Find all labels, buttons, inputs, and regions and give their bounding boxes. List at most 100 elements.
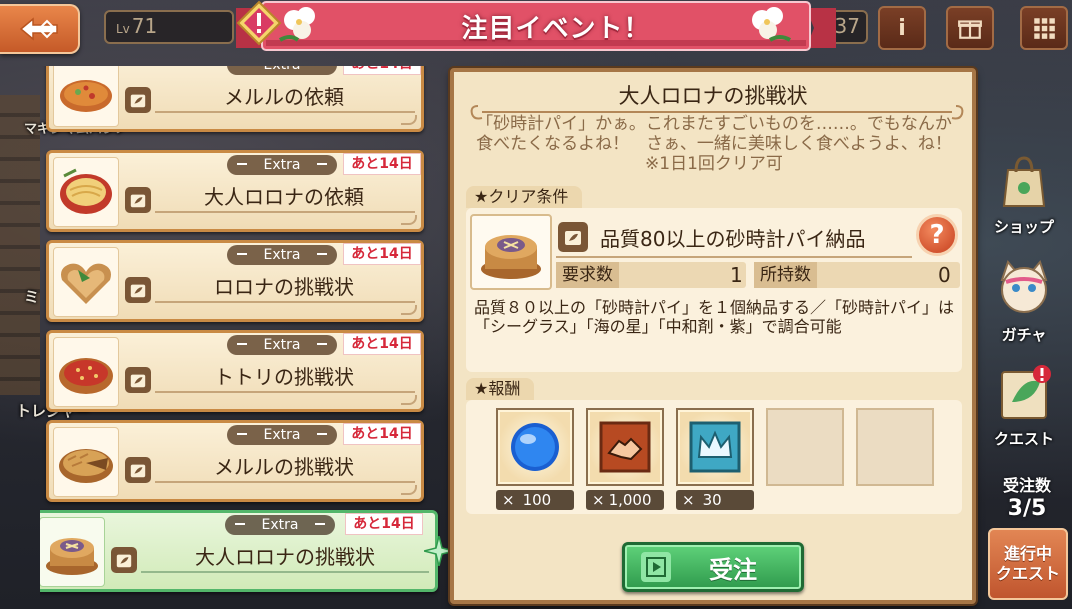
quest-card[interactable]: Extra あと14日 ロロナの挑戦状 bbox=[46, 240, 424, 322]
quest-type-badge bbox=[125, 277, 151, 303]
flower-decoration-icon bbox=[278, 7, 315, 42]
accept-quest-button[interactable]: 受注 bbox=[622, 542, 804, 592]
order-count-label: 受注数 bbox=[1002, 476, 1051, 495]
hourglass-pie-icon bbox=[46, 538, 98, 575]
reward-quantity: × 1,000 bbox=[586, 490, 664, 510]
reward-slot[interactable] bbox=[586, 408, 664, 486]
tomato-pie-icon bbox=[59, 358, 113, 394]
help-button[interactable]: ? bbox=[916, 214, 958, 256]
days-remaining-badge: あと14日 bbox=[343, 243, 421, 265]
days-remaining-badge: あと14日 bbox=[343, 66, 421, 75]
player-level: Lv 71 bbox=[104, 10, 234, 44]
required-value: 1 bbox=[730, 263, 743, 287]
cat-mascot-icon bbox=[1000, 259, 1048, 313]
leaf-icon bbox=[130, 194, 146, 208]
hourglass-pie-icon bbox=[481, 235, 541, 279]
reward-quantity: × 30 bbox=[676, 490, 754, 510]
required-label: 要求数 bbox=[556, 262, 619, 288]
title-underline bbox=[155, 301, 415, 303]
quest-card[interactable]: Extra あと14日 大人ロロナの依頼 bbox=[46, 150, 424, 232]
gacha-button[interactable]: ガチャ bbox=[986, 258, 1062, 345]
quest-card-selected[interactable]: Extra あと14日 大人ロロナの挑戦状 bbox=[40, 510, 438, 592]
title-underline bbox=[155, 481, 415, 483]
info-button[interactable]: i bbox=[878, 6, 926, 50]
in-progress-label: 進行中 bbox=[1003, 544, 1052, 563]
menu-button[interactable] bbox=[1020, 6, 1068, 50]
days-remaining-badge: あと14日 bbox=[345, 513, 423, 535]
extra-tag: Extra bbox=[225, 515, 335, 535]
gift-icon bbox=[958, 20, 982, 39]
leaf-icon bbox=[130, 284, 146, 298]
quest-title: 大人ロロナの挑戦状 bbox=[195, 545, 375, 569]
leaf-icon bbox=[116, 554, 132, 568]
quest-title: トトリの挑戦状 bbox=[214, 365, 354, 389]
background-shelf bbox=[0, 95, 40, 395]
condition-underline bbox=[556, 256, 912, 258]
reward-quantity-value: 100 bbox=[522, 491, 552, 509]
extra-tag: Extra bbox=[227, 425, 337, 445]
quest-type-badge bbox=[125, 87, 151, 113]
owned-label: 所持数 bbox=[754, 262, 817, 288]
quest-menu-button[interactable]: クエスト bbox=[986, 362, 1062, 449]
quest-card[interactable]: Extra あと14日 メルルの挑戦状 bbox=[46, 420, 424, 502]
gratin-icon bbox=[60, 168, 112, 214]
pizza-icon bbox=[60, 80, 112, 112]
reward-slot-empty bbox=[856, 408, 934, 486]
title-underline bbox=[155, 211, 415, 213]
quest-card[interactable]: Extra あと14日 メルルの依頼 bbox=[46, 66, 424, 132]
clear-conditions-tab: ★クリア条件 bbox=[466, 186, 583, 208]
reward-slot[interactable] bbox=[676, 408, 754, 486]
corner-flourish bbox=[401, 215, 417, 225]
shop-button[interactable]: ショップ bbox=[986, 150, 1062, 237]
quest-type-badge bbox=[111, 547, 137, 573]
condition-type-badge bbox=[558, 222, 588, 252]
in-progress-quests-button[interactable]: 進行中 クエスト bbox=[988, 528, 1068, 600]
rewards-label: 報酬 bbox=[488, 379, 521, 398]
quest-type-badge bbox=[125, 367, 151, 393]
reward-slot[interactable] bbox=[496, 408, 574, 486]
corner-flourish bbox=[401, 485, 417, 495]
corner-flourish bbox=[401, 305, 417, 315]
reward-slot-empty bbox=[766, 408, 844, 486]
leaf-icon bbox=[130, 464, 146, 478]
reward-quantity-value: 1,000 bbox=[608, 491, 652, 509]
quest-card[interactable]: Extra あと14日 トトリの挑戦状 bbox=[46, 330, 424, 412]
corner-flourish bbox=[401, 115, 417, 125]
quest-thumbnail bbox=[53, 157, 119, 227]
level-prefix: Lv bbox=[116, 22, 130, 36]
reward-quantity-value: 30 bbox=[702, 491, 722, 509]
background-caption: ミ bbox=[24, 288, 40, 306]
info-icon: i bbox=[898, 15, 906, 41]
quest-list: Extra あと14日 メルルの依頼 Extra あと14日 大人ロロナの依頼 bbox=[40, 66, 440, 609]
condition-item-thumbnail bbox=[470, 214, 552, 290]
event-header-ribbon: 注目イベント！ bbox=[236, 0, 836, 54]
back-button[interactable] bbox=[0, 4, 80, 54]
multiply-sign: × bbox=[682, 491, 695, 509]
flower-decoration-icon bbox=[752, 7, 792, 42]
condition-description: 品質８０以上の「砂時計パイ」を１個納品する／「砂時計パイ」は「シーグラス」「海の… bbox=[474, 298, 955, 336]
corner-flourish bbox=[401, 395, 417, 405]
rewards-tab: ★報酬 bbox=[466, 378, 535, 400]
quest-thumbnail bbox=[40, 517, 105, 587]
star-icon: ★ bbox=[474, 379, 489, 398]
shopping-bag-icon bbox=[1002, 156, 1046, 207]
clear-conditions-label: クリア条件 bbox=[488, 187, 569, 206]
crown-icon bbox=[689, 421, 741, 473]
quest-title: メルルの依頼 bbox=[224, 85, 344, 109]
accept-label: 受注 bbox=[709, 555, 757, 584]
quest-thumbnail bbox=[53, 247, 119, 317]
gift-button[interactable] bbox=[946, 6, 994, 50]
quest-type-badge bbox=[125, 457, 151, 483]
title-underline bbox=[155, 111, 415, 113]
owned-value: 0 bbox=[938, 263, 951, 287]
days-remaining-badge: あと14日 bbox=[343, 423, 421, 445]
quest-board-icon bbox=[1001, 365, 1051, 419]
leaf-icon bbox=[130, 94, 146, 108]
quest-title: メルルの挑戦状 bbox=[214, 455, 354, 479]
quest-label: クエスト bbox=[993, 430, 1054, 448]
leaf-icon bbox=[130, 374, 146, 388]
heart-pie-icon bbox=[61, 263, 111, 304]
quest-title: 大人ロロナの依頼 bbox=[204, 185, 364, 209]
quest-detail-panel: 大人ロロナの挑戦状 「砂時計パイ」かぁ。これまたすごいものを……。でもなんか食べ… bbox=[450, 68, 976, 604]
extra-tag: Extra bbox=[227, 335, 337, 355]
